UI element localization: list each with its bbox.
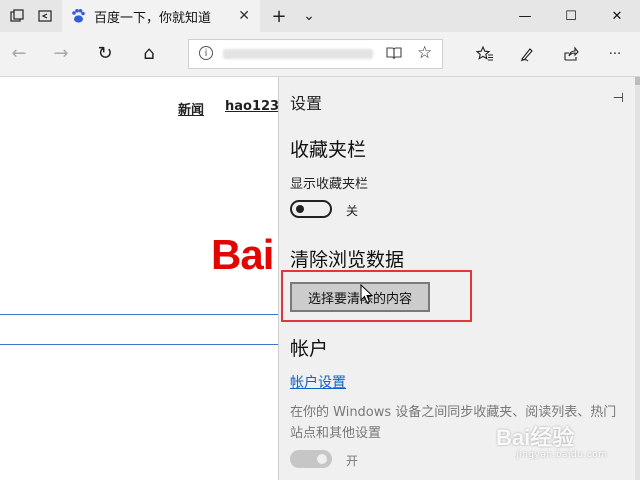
mouse-cursor-icon bbox=[360, 283, 374, 308]
tab-dropdown-icon[interactable]: ⌄ bbox=[296, 0, 322, 32]
account-heading: 帐户 bbox=[290, 338, 329, 360]
tab-bar: 百度一下，你就知道 ✕ + ⌄ — ☐ ✕ bbox=[0, 0, 640, 32]
panel-scrollbar[interactable] bbox=[635, 77, 640, 480]
search-box-top-border bbox=[0, 314, 278, 315]
add-favorite-star-icon[interactable]: ☆ bbox=[417, 43, 432, 63]
address-bar[interactable]: i ☆ bbox=[188, 39, 443, 69]
watermark-main-text: Bai经验 bbox=[496, 425, 575, 450]
toggle-knob bbox=[296, 205, 304, 213]
show-favorites-bar-label: 显示收藏夹栏 bbox=[290, 177, 369, 192]
minimize-button[interactable]: — bbox=[502, 0, 548, 32]
account-settings-link[interactable]: 帐户设置 bbox=[290, 372, 346, 392]
tab-close-icon[interactable]: ✕ bbox=[238, 8, 250, 24]
new-tab-button[interactable]: + bbox=[266, 0, 292, 32]
sync-toggle-knob bbox=[317, 454, 327, 464]
favorites-bar-heading: 收藏夹栏 bbox=[290, 139, 367, 161]
clear-data-heading: 清除浏览数据 bbox=[290, 249, 405, 271]
reading-view-icon[interactable] bbox=[386, 46, 402, 64]
hao123-link[interactable]: hao123 bbox=[225, 99, 278, 114]
favorites-bar-toggle-state: 关 bbox=[346, 204, 359, 218]
tab-preview-icon[interactable] bbox=[4, 0, 30, 32]
pin-icon[interactable]: ⊣ bbox=[613, 91, 624, 106]
search-box-bottom-border bbox=[0, 344, 278, 345]
news-link[interactable]: 新闻 bbox=[178, 99, 204, 118]
tabs-aside-icon[interactable] bbox=[32, 0, 58, 32]
back-button[interactable]: ← bbox=[4, 38, 34, 68]
window-close-button[interactable]: ✕ bbox=[594, 0, 640, 32]
more-menu-button[interactable]: ··· bbox=[600, 39, 630, 69]
address-url-blurred bbox=[223, 49, 373, 59]
share-icon[interactable] bbox=[556, 39, 586, 69]
favorites-bar-toggle[interactable] bbox=[290, 200, 332, 218]
site-info-icon[interactable]: i bbox=[199, 46, 213, 60]
active-tab[interactable]: 百度一下，你就知道 ✕ bbox=[62, 0, 260, 32]
forward-button[interactable]: → bbox=[46, 38, 76, 68]
maximize-button[interactable]: ☐ bbox=[548, 0, 594, 32]
home-button[interactable]: ⌂ bbox=[134, 38, 164, 68]
page-content: 新闻 hao123 Bai bbox=[0, 77, 278, 480]
tab-title: 百度一下，你就知道 bbox=[94, 10, 212, 26]
sync-toggle-state: 开 bbox=[346, 454, 359, 468]
baidu-jingyan-watermark: Bai经验 jingyan.baidu.com bbox=[496, 420, 608, 460]
favorites-hub-icon[interactable] bbox=[470, 39, 500, 69]
baidu-paw-icon bbox=[70, 8, 86, 24]
watermark-sub-text: jingyan.baidu.com bbox=[516, 450, 608, 460]
baidu-logo: Bai bbox=[211, 231, 274, 278]
refresh-button[interactable]: ↻ bbox=[90, 38, 120, 68]
scrollbar-thumb[interactable] bbox=[635, 77, 640, 85]
settings-title: 设置 bbox=[290, 94, 323, 113]
sync-toggle[interactable] bbox=[290, 450, 332, 468]
web-note-pen-icon[interactable] bbox=[512, 39, 542, 69]
browser-toolbar: ← → ↻ ⌂ i ☆ ··· bbox=[0, 32, 640, 77]
